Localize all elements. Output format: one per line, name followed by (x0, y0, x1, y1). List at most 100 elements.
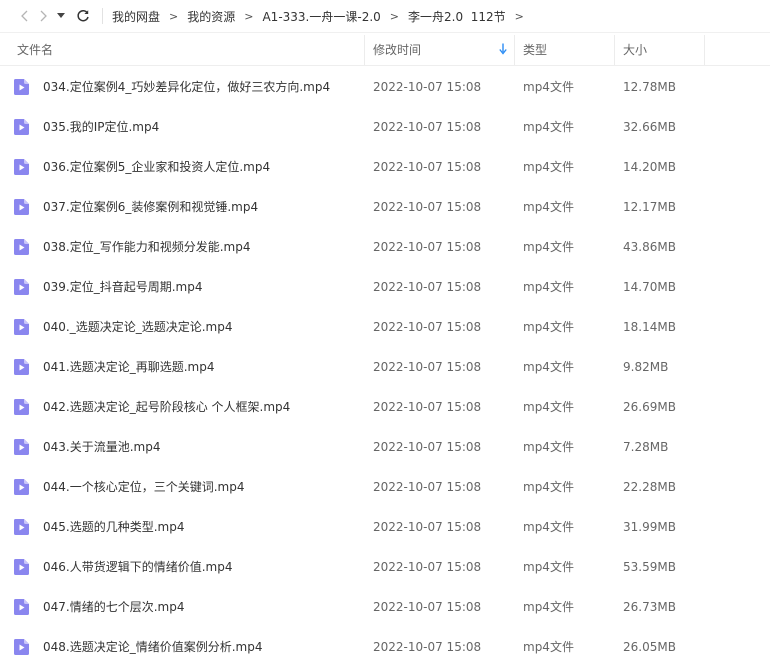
breadcrumb-folder-a1[interactable]: A1-333.一舟一课-2.0 (262, 8, 380, 25)
file-name[interactable]: 045.选题的几种类型.mp4 (43, 507, 184, 547)
breadcrumb-separator-icon: > (169, 9, 179, 23)
column-header-modified[interactable]: 修改时间 (373, 35, 421, 65)
file-name[interactable]: 048.选题决定论_情绪价值案例分析.mp4 (43, 627, 262, 667)
file-list: 034.定位案例4_巧妙差异化定位，做好三农方向.mp4 2022-10-07 1… (0, 67, 770, 667)
file-name[interactable]: 036.定位案例5_企业家和投资人定位.mp4 (43, 147, 270, 187)
video-file-icon (14, 399, 29, 415)
file-row[interactable]: 038.定位_写作能力和视频分发能.mp4 2022-10-07 15:08 mp4… (0, 227, 770, 267)
caret-down-icon (57, 13, 65, 18)
file-row[interactable]: 047.情绪的七个层次.mp4 2022-10-07 15:08 mp4文件 26.7… (0, 587, 770, 627)
breadcrumb-my-netdisk[interactable]: 我的网盘 (112, 8, 160, 25)
breadcrumb-current-folder[interactable]: 李一舟2.0 112节 (408, 8, 506, 25)
sort-descending-icon[interactable] (499, 43, 507, 55)
file-modified-time: 2022-10-07 15:08 (373, 600, 482, 614)
file-type: mp4文件 (523, 160, 574, 174)
column-divider[interactable] (514, 35, 515, 65)
column-divider[interactable] (614, 35, 615, 65)
file-name[interactable]: 042.选题决定论_起号阶段核心 个人框架.mp4 (43, 387, 290, 427)
column-divider[interactable] (364, 35, 365, 65)
file-type: mp4文件 (523, 80, 574, 94)
file-row[interactable]: 048.选题决定论_情绪价值案例分析.mp4 2022-10-07 15:08 mp… (0, 627, 770, 667)
file-size: 12.17MB (623, 200, 676, 214)
breadcrumb-my-resources[interactable]: 我的资源 (187, 8, 235, 25)
file-type: mp4文件 (523, 120, 574, 134)
file-modified-time: 2022-10-07 15:08 (373, 440, 482, 454)
file-type: mp4文件 (523, 520, 574, 534)
column-header-name[interactable]: 文件名 (17, 35, 53, 65)
file-size: 7.28MB (623, 440, 669, 454)
file-row[interactable]: 037.定位案例6_装修案例和视觉锤.mp4 2022-10-07 15:08 mp… (0, 187, 770, 227)
file-modified-time: 2022-10-07 15:08 (373, 520, 482, 534)
file-name[interactable]: 047.情绪的七个层次.mp4 (43, 587, 184, 627)
file-row[interactable]: 034.定位案例4_巧妙差异化定位，做好三农方向.mp4 2022-10-07 1… (0, 67, 770, 107)
file-modified-time: 2022-10-07 15:08 (373, 80, 482, 94)
video-file-icon (14, 199, 29, 215)
file-size: 32.66MB (623, 120, 676, 134)
file-size: 12.78MB (623, 80, 676, 94)
column-header-type[interactable]: 类型 (523, 35, 547, 65)
video-file-icon (14, 599, 29, 615)
file-size: 26.05MB (623, 640, 676, 654)
file-row[interactable]: 040._选题决定论_选题决定论.mp4 2022-10-07 15:08 mp4文… (0, 307, 770, 347)
file-size: 9.82MB (623, 360, 669, 374)
video-file-icon (14, 119, 29, 135)
breadcrumb-separator-icon: > (389, 9, 399, 23)
file-name[interactable]: 037.定位案例6_装修案例和视觉锤.mp4 (43, 187, 258, 227)
file-type: mp4文件 (523, 600, 574, 614)
file-name[interactable]: 039.定位_抖音起号周期.mp4 (43, 267, 202, 307)
file-name[interactable]: 046.人带货逻辑下的情绪价值.mp4 (43, 547, 232, 587)
file-modified-time: 2022-10-07 15:08 (373, 280, 482, 294)
file-row[interactable]: 046.人带货逻辑下的情绪价值.mp4 2022-10-07 15:08 mp4文件… (0, 547, 770, 587)
file-modified-time: 2022-10-07 15:08 (373, 320, 482, 334)
file-row[interactable]: 043.关于流量池.mp4 2022-10-07 15:08 mp4文件 7.28MB (0, 427, 770, 467)
video-file-icon (14, 639, 29, 655)
refresh-button[interactable] (72, 5, 94, 27)
file-size: 43.86MB (623, 240, 676, 254)
chevron-right-icon (40, 10, 47, 22)
file-row[interactable]: 044.一个核心定位，三个关键词.mp4 2022-10-07 15:08 mp4文… (0, 467, 770, 507)
toolbar: 我的网盘 > 我的资源 > A1-333.一舟一课-2.0 > 李一舟2.0 1… (0, 0, 770, 33)
file-row[interactable]: 041.选题决定论_再聊选题.mp4 2022-10-07 15:08 mp4文件 9… (0, 347, 770, 387)
toolbar-divider (102, 8, 103, 24)
file-modified-time: 2022-10-07 15:08 (373, 360, 482, 374)
file-type: mp4文件 (523, 560, 574, 574)
file-modified-time: 2022-10-07 15:08 (373, 240, 482, 254)
file-type: mp4文件 (523, 240, 574, 254)
file-row[interactable]: 035.我的IP定位.mp4 2022-10-07 15:08 mp4文件 32.66… (0, 107, 770, 147)
file-size: 22.28MB (623, 480, 676, 494)
history-dropdown-button[interactable] (54, 5, 68, 27)
file-type: mp4文件 (523, 360, 574, 374)
file-size: 26.69MB (623, 400, 676, 414)
video-file-icon (14, 319, 29, 335)
chevron-left-icon (21, 10, 28, 22)
file-row[interactable]: 045.选题的几种类型.mp4 2022-10-07 15:08 mp4文件 31.9… (0, 507, 770, 547)
file-row[interactable]: 039.定位_抖音起号周期.mp4 2022-10-07 15:08 mp4文件 14… (0, 267, 770, 307)
column-header-size[interactable]: 大小 (623, 35, 647, 65)
video-file-icon (14, 359, 29, 375)
file-name[interactable]: 041.选题决定论_再聊选题.mp4 (43, 347, 214, 387)
file-type: mp4文件 (523, 320, 574, 334)
forward-button[interactable] (32, 5, 54, 27)
video-file-icon (14, 159, 29, 175)
file-name[interactable]: 040._选题决定论_选题决定论.mp4 (43, 307, 232, 347)
file-type: mp4文件 (523, 400, 574, 414)
video-file-icon (14, 479, 29, 495)
breadcrumb-separator-icon: > (244, 9, 254, 23)
breadcrumb-separator-icon: > (514, 9, 524, 23)
file-size: 26.73MB (623, 600, 676, 614)
file-modified-time: 2022-10-07 15:08 (373, 160, 482, 174)
file-size: 14.70MB (623, 280, 676, 294)
column-divider[interactable] (704, 35, 705, 65)
file-row[interactable]: 036.定位案例5_企业家和投资人定位.mp4 2022-10-07 15:08 m… (0, 147, 770, 187)
file-row[interactable]: 042.选题决定论_起号阶段核心 个人框架.mp4 2022-10-07 15:0… (0, 387, 770, 427)
file-name[interactable]: 044.一个核心定位，三个关键词.mp4 (43, 467, 244, 507)
file-name[interactable]: 038.定位_写作能力和视频分发能.mp4 (43, 227, 250, 267)
file-name[interactable]: 035.我的IP定位.mp4 (43, 107, 159, 147)
file-name[interactable]: 043.关于流量池.mp4 (43, 427, 160, 467)
file-name[interactable]: 034.定位案例4_巧妙差异化定位，做好三农方向.mp4 (43, 67, 330, 107)
file-modified-time: 2022-10-07 15:08 (373, 200, 482, 214)
file-type: mp4文件 (523, 280, 574, 294)
video-file-icon (14, 439, 29, 455)
refresh-icon (77, 9, 89, 22)
file-list-header: 文件名 修改时间 类型 大小 (0, 35, 770, 66)
